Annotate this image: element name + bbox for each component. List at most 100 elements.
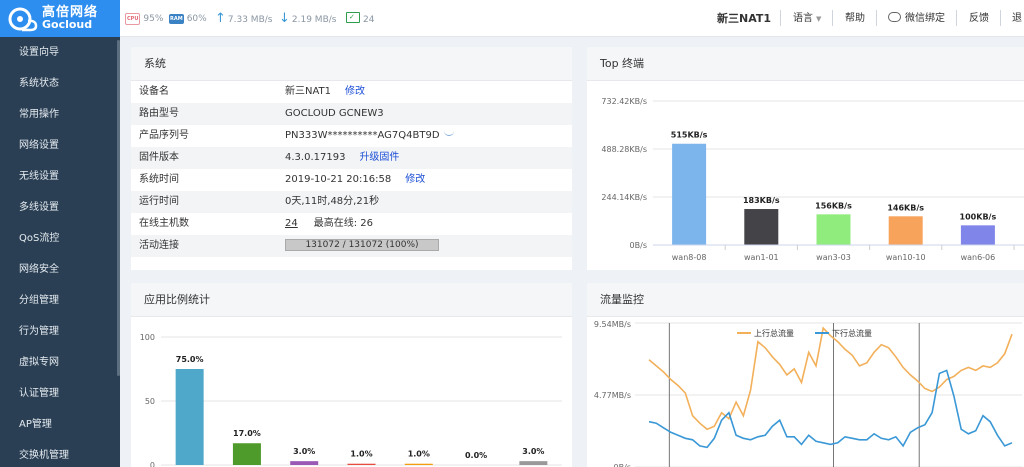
divider (876, 10, 877, 26)
y-tick-label: 50 (145, 397, 155, 406)
info-row-connections: 活动连接 131072 / 131072 (100%) (131, 235, 572, 257)
info-row-serial: 产品序列号 PN333W**********AG7Q4BT9D (131, 125, 572, 147)
bar (175, 369, 204, 465)
sidebar-item[interactable]: 无线设置 (0, 161, 120, 192)
y-tick-label: 488.28KB/s (601, 145, 647, 154)
sidebar-item[interactable]: 行为管理 (0, 316, 120, 347)
divider (956, 10, 957, 26)
serial-value: PN333W**********AG7Q4BT9D (285, 130, 440, 141)
bar-value-label: 146KB/s (887, 203, 924, 212)
y-tick-label: 0 (150, 461, 155, 467)
ram-usage: RAM 60% (169, 12, 207, 26)
bar-value-label: 515KB/s (671, 131, 708, 140)
bar (519, 461, 548, 465)
y-tick-label: 4.77MB/s (594, 391, 631, 400)
info-row-uptime: 运行时间 0天,11时,48分,21秒 (131, 191, 572, 213)
info-row-device-name: 设备名 新三NAT1 修改 (131, 81, 572, 103)
help-link[interactable]: 帮助 (845, 12, 865, 26)
sidebar-item[interactable]: 虚拟专网 (0, 347, 120, 378)
eye-icon[interactable] (443, 131, 454, 136)
sidebar-item[interactable]: 认证管理 (0, 378, 120, 409)
sidebar-menu: 设置向导 系统状态 常用操作 网络设置 无线设置 多线设置 QoS流控 网络安全 分组管理 行为管… (0, 37, 120, 467)
divider (1000, 10, 1001, 26)
bar-value-label: 0.0% (465, 451, 487, 460)
sidebar-item[interactable]: QoS流控 (0, 223, 120, 254)
x-tick-label: wan10-10 (886, 253, 926, 262)
download-value: 2.19 MB/s (291, 15, 337, 25)
legend-label: 下行总流量 (832, 328, 872, 338)
bar (404, 463, 433, 465)
bar (232, 443, 261, 465)
download-arrow-icon: ↓ (279, 11, 290, 26)
client-value: 24 (363, 15, 375, 25)
bar (347, 463, 376, 465)
sidebar-item[interactable]: 常用操作 (0, 99, 120, 130)
connections-progress-bar: 131072 / 131072 (100%) (285, 239, 439, 251)
y-tick-label: 9.54MB/s (594, 320, 631, 329)
monitor-icon: ✓ (346, 12, 360, 23)
bar-value-label: 75.0% (176, 355, 204, 364)
sidebar: 高倍网络 Gocloud 设置向导 系统状态 常用操作 网络设置 无线设置 多线设置 QoS… (0, 0, 120, 467)
bar-value-label: 1.0% (408, 450, 430, 459)
brand-text: 高倍网络 Gocloud (42, 6, 98, 31)
logout-link[interactable]: 退 (1012, 12, 1022, 26)
x-tick-label: wan1-01 (744, 253, 779, 262)
logo[interactable]: 高倍网络 Gocloud (0, 0, 120, 37)
sidebar-item[interactable]: 系统状态 (0, 68, 120, 99)
time-label: 系统时间 (139, 174, 179, 185)
divider (780, 10, 781, 26)
download-speed: ↓ 2.19 MB/s (279, 12, 336, 26)
hosts-value-link[interactable]: 24 (285, 218, 298, 229)
model-value: GOCLOUD GCNEW3 (285, 108, 384, 119)
info-row-model: 路由型号 GOCLOUD GCNEW3 (131, 103, 572, 125)
upgrade-firmware-link[interactable]: 升级固件 (359, 152, 399, 163)
y-tick-label: 100 (140, 333, 155, 342)
y-tick-label: 0B/s (614, 463, 631, 467)
info-row-hosts: 在线主机数 24 最高在线: 26 (131, 213, 572, 235)
language-label: 语言 (793, 13, 813, 24)
bar (672, 143, 707, 245)
bar-value-label: 1.0% (350, 450, 372, 459)
bar (290, 461, 319, 465)
bar-value-label: 156KB/s (815, 201, 852, 210)
device-name-label: 新三NAT1 (717, 12, 772, 25)
wechat-bind-link[interactable]: 微信绑定 (888, 12, 945, 26)
feedback-link[interactable]: 反馈 (969, 12, 989, 26)
sidebar-item[interactable]: 交换机管理 (0, 440, 120, 467)
edit-time-link[interactable]: 修改 (405, 174, 425, 185)
sidebar-scrollbar[interactable] (117, 40, 120, 376)
series-line (648, 369, 1013, 449)
app-ratio-title: 应用比例统计 (131, 283, 572, 317)
bar (960, 225, 995, 245)
x-tick-label: wan3-03 (816, 253, 851, 262)
sidebar-item[interactable]: 网络设置 (0, 130, 120, 161)
bar (816, 214, 851, 245)
ram-icon: RAM (169, 14, 184, 24)
uptime-value: 0天,11时,48分,21秒 (285, 196, 380, 207)
max-online-value: 26 (360, 218, 374, 229)
firmware-label: 固件版本 (139, 152, 179, 163)
y-tick-label: 0B/s (630, 241, 647, 250)
top-terminals-panel: Top 终端 0B/s 244.14KB/s 488.28KB/s 732.42KB/… (587, 47, 1024, 270)
top-terminals-chart: 0B/s 244.14KB/s 488.28KB/s 732.42KB/s 515KB/… (601, 97, 1024, 262)
device-name-value: 新三NAT1 (285, 86, 332, 97)
bar-value-label: 17.0% (233, 429, 261, 438)
sidebar-item[interactable]: 设置向导 (0, 37, 120, 68)
y-tick-label: 244.14KB/s (601, 193, 647, 202)
edit-device-name-link[interactable]: 修改 (345, 86, 365, 97)
sidebar-item[interactable]: AP管理 (0, 409, 120, 440)
hosts-label: 在线主机数 (139, 218, 189, 229)
upload-arrow-icon: ↑ (215, 11, 226, 26)
cloud-logo-icon (8, 6, 38, 32)
sidebar-item[interactable]: 多线设置 (0, 192, 120, 223)
brand-en: Gocloud (42, 17, 93, 31)
connections-label: 活动连接 (139, 240, 179, 251)
sidebar-item[interactable]: 网络安全 (0, 254, 120, 285)
system-panel-title: 系统 (131, 47, 572, 81)
app-ratio-panel: 应用比例统计 0 50 100 75.0% 17.0% 3.0% 1.0% 1.0% 0.0% 3… (131, 283, 572, 467)
sidebar-item[interactable]: 分组管理 (0, 285, 120, 316)
model-label: 路由型号 (139, 108, 179, 119)
language-menu[interactable]: 语言 ▼ (793, 12, 821, 26)
upload-value: 7.33 MB/s (227, 15, 273, 25)
app-ratio-chart: 0 50 100 75.0% 17.0% 3.0% 1.0% 1.0% 0.0% 3.0% (140, 333, 562, 467)
